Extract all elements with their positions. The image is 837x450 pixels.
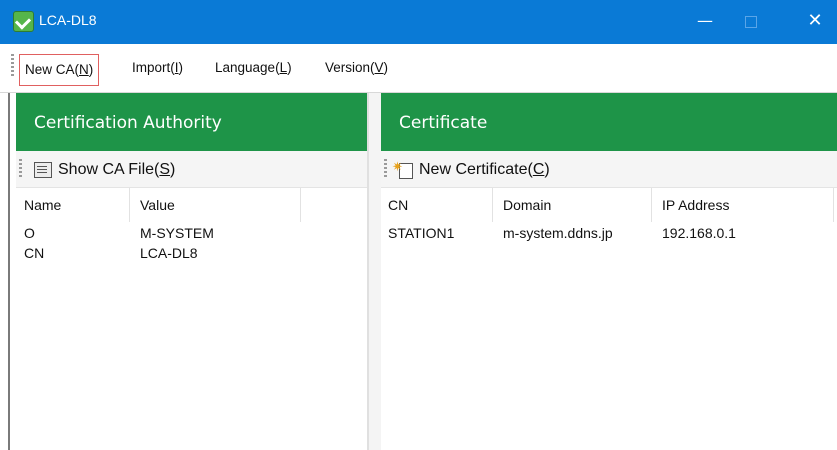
show-ca-file-label: Show CA File( [58,161,160,178]
ca-row-value[interactable]: LCA-DL8 [140,245,198,261]
minimize-button[interactable]: — [682,0,728,44]
menu-language[interactable]: Language(L) [214,56,293,80]
new-certificate-end: ) [544,161,550,178]
certificate-panel-title: Certificate [381,93,837,151]
cert-col-separator [492,188,493,222]
cert-col-separator [833,188,834,222]
new-certificate-label: New Certificate( [419,161,533,178]
window-left-border [8,93,10,450]
ca-toolbar: Show CA File(S) [16,151,367,188]
new-certificate-button[interactable]: New Certificate(C) [392,154,550,183]
title-bar: LCA-DL8 — ✕ [0,0,837,44]
ca-col-name[interactable]: Name [24,197,61,213]
cert-col-separator [651,188,652,222]
ca-col-separator [129,188,130,222]
cert-row-domain[interactable]: m-system.ddns.jp [503,225,613,241]
cert-row-cn[interactable]: STATION1 [388,225,454,241]
menu-bar: New CA(N) Import(I) Language(L) Version(… [0,44,837,93]
maximize-button [728,0,774,44]
show-ca-file-button[interactable]: Show CA File(S) [34,157,175,183]
cert-col-domain[interactable]: Domain [503,197,551,213]
panel-divider[interactable] [369,93,381,450]
certificate-toolbar-grip [384,159,387,179]
ca-toolbar-grip [19,159,22,179]
ca-row-name[interactable]: CN [24,245,44,261]
new-certificate-key: C [532,161,545,178]
close-button[interactable]: ✕ [792,0,837,44]
menu-language-end: ) [287,60,292,75]
ca-panel: Certification Authority Show CA File(S) … [16,93,369,450]
ca-panel-title: Certification Authority [16,93,367,151]
menu-import-label: Import( [132,60,175,75]
menu-new-ca-label: New CA( [25,62,80,77]
cert-col-cn[interactable]: CN [388,197,408,213]
file-list-icon [34,161,52,178]
window-title: LCA-DL8 [39,12,97,28]
app-check-icon [13,11,34,32]
show-ca-file-end: ) [170,161,176,178]
new-document-icon [392,154,413,180]
menu-language-key: L [279,60,288,75]
certificate-toolbar: New Certificate(C) [381,151,837,188]
menu-language-label: Language( [215,60,280,75]
certificate-panel: Certificate New Certificate(C) CN Domain… [381,93,837,450]
menu-new-ca[interactable]: New CA(N) [19,54,100,86]
menu-grip [11,54,14,76]
menu-new-ca-key: N [79,62,89,77]
menu-version[interactable]: Version(V) [324,56,389,80]
ca-col-value[interactable]: Value [140,197,175,213]
menu-version-key: V [374,60,384,75]
maximize-icon [745,16,757,28]
menu-import-end: ) [178,60,184,75]
cert-row-ip[interactable]: 192.168.0.1 [662,225,736,241]
menu-version-end: ) [383,60,389,75]
show-ca-file-key: S [159,161,171,178]
menu-import[interactable]: Import(I) [131,56,184,80]
ca-row-value[interactable]: M-SYSTEM [140,225,214,241]
menu-new-ca-end: ) [88,62,94,77]
ca-col-separator [300,188,301,222]
menu-version-label: Version( [325,60,375,75]
cert-col-ip[interactable]: IP Address [662,197,729,213]
ca-row-name[interactable]: O [24,225,35,241]
